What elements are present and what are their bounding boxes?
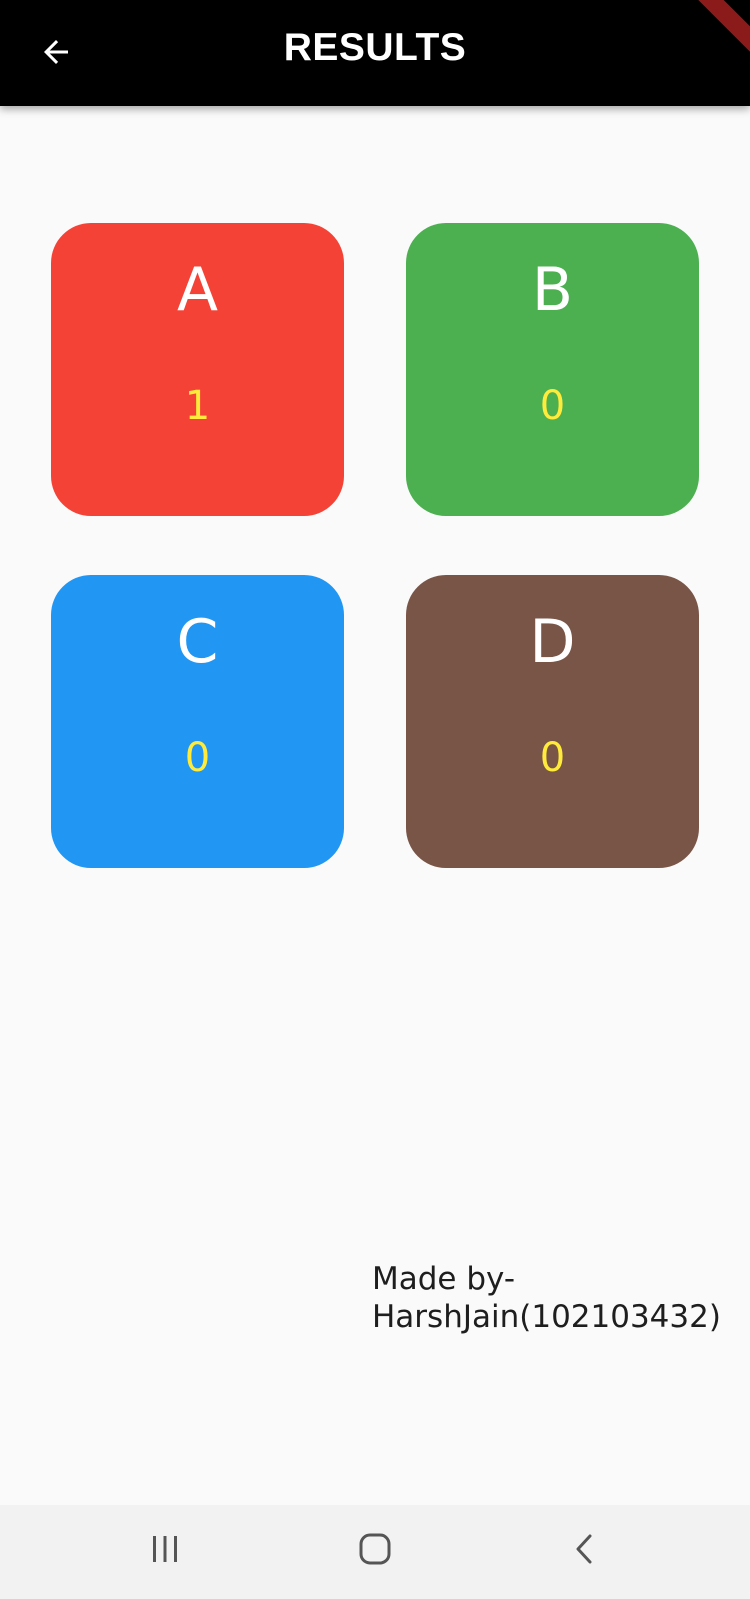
option-card-b[interactable]: B 0 [406, 223, 699, 516]
recent-apps-button[interactable] [130, 1519, 200, 1579]
credit-text: Made by- HarshJain(102103432) [372, 1260, 721, 1336]
option-label: A [176, 255, 219, 325]
credit-line-2: HarshJain(102103432) [372, 1299, 721, 1335]
option-card-d[interactable]: D 0 [406, 575, 699, 868]
recent-apps-icon [153, 1536, 177, 1562]
page-title: RESULTS [283, 26, 467, 69]
system-nav-bar [0, 1505, 750, 1599]
vote-count: 0 [539, 735, 566, 781]
home-button[interactable] [340, 1519, 410, 1579]
system-back-button[interactable] [550, 1519, 620, 1579]
option-label: C [176, 607, 219, 677]
option-card-a[interactable]: A 1 [51, 223, 344, 516]
vote-count: 0 [184, 735, 211, 781]
debug-banner [690, 0, 750, 60]
option-card-c[interactable]: C 0 [51, 575, 344, 868]
option-label: D [529, 607, 576, 677]
app-bar: RESULTS [0, 0, 750, 106]
home-icon [359, 1533, 391, 1565]
option-label: B [531, 255, 574, 325]
vote-count: 0 [539, 383, 566, 429]
credit-line-1: Made by- [372, 1261, 516, 1297]
back-chevron-icon [576, 1534, 592, 1564]
vote-count: 1 [184, 383, 211, 429]
